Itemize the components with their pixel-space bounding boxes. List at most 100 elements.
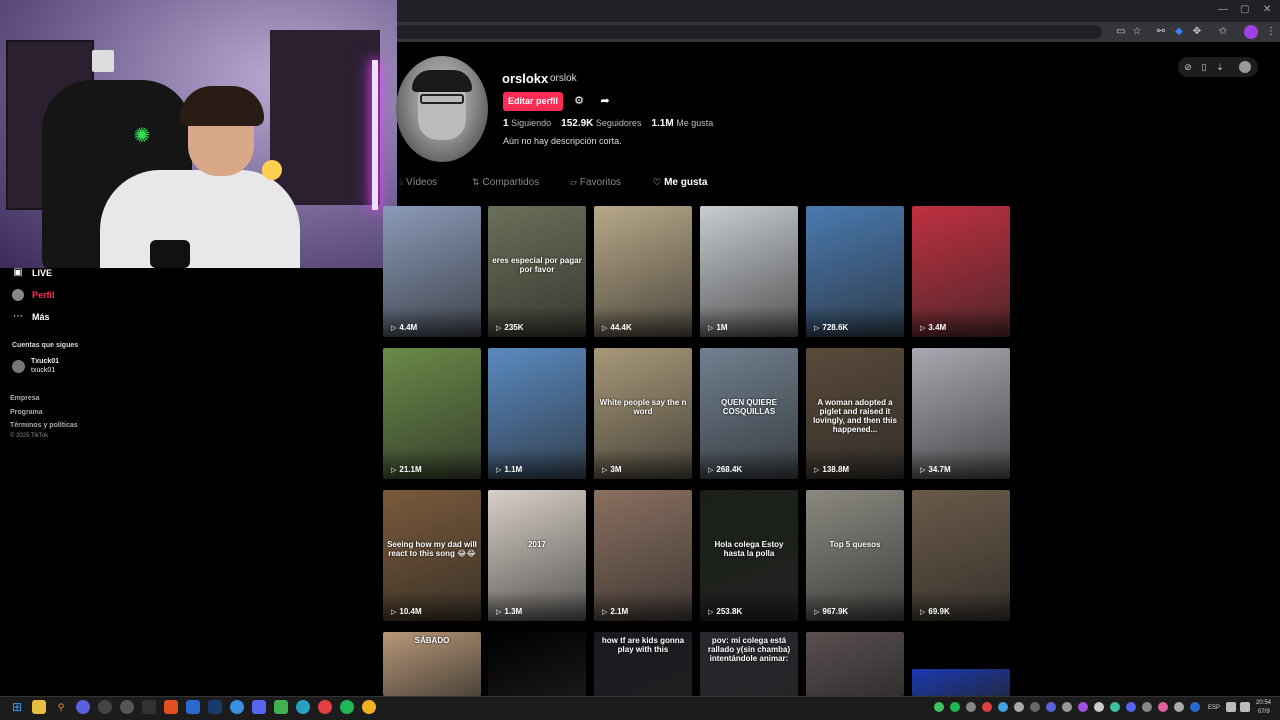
app-icon[interactable] (296, 700, 310, 714)
tray-app-icon[interactable] (1190, 702, 1200, 712)
play-icon: ▷ (708, 609, 714, 616)
tray-app-icon[interactable] (1014, 702, 1024, 712)
video-thumbnail[interactable]: SÁBADO (383, 632, 481, 696)
tray-app-icon[interactable] (1142, 702, 1152, 712)
tray-app-icon[interactable] (966, 702, 976, 712)
windows-start-icon[interactable]: ⊞ (10, 700, 24, 714)
footer-link-program[interactable]: Programa (10, 409, 43, 416)
extension-shield-icon[interactable]: ◆ (1172, 25, 1186, 39)
sidebar-item-live[interactable]: LIVE (32, 268, 52, 278)
edit-profile-button[interactable]: Editar perfil (503, 92, 563, 111)
reading-list-icon[interactable]: ✩ (1216, 25, 1230, 39)
followed-account-name[interactable]: Txuck01 (31, 358, 59, 365)
settings-icon[interactable]: ⚙ (571, 93, 587, 109)
share-icon[interactable]: ➦ (597, 93, 613, 109)
clock-date[interactable]: 07/9 (1258, 709, 1270, 715)
video-thumbnail[interactable]: White people say the n word ▷ 3M (594, 348, 692, 479)
tray-app-icon[interactable] (1110, 702, 1120, 712)
clock-time[interactable]: 20:54 (1256, 700, 1271, 706)
tab-videos[interactable]: ⦙⦙ Vídeos (399, 177, 437, 188)
tab-liked[interactable]: ♡ Me gusta (653, 177, 707, 188)
screen-cast-icon[interactable]: ▭ (1114, 25, 1128, 39)
steam-icon[interactable] (208, 700, 222, 714)
app-icon[interactable] (98, 700, 112, 714)
puzzle-icon[interactable]: ✥ (1190, 25, 1204, 39)
search-icon[interactable]: ⚲ (54, 700, 68, 714)
video-gradient (594, 307, 692, 337)
minimize-button[interactable]: — (1218, 4, 1228, 15)
profile-avatar[interactable] (396, 56, 488, 162)
video-thumbnail[interactable]: how tf are kids gonna play with this (594, 632, 692, 696)
tray-app-icon[interactable] (1062, 702, 1072, 712)
video-thumbnail[interactable]: ▷ 69.9K (912, 490, 1010, 621)
video-thumbnail[interactable] (806, 632, 904, 696)
video-thumbnail[interactable]: Seeing how my dad will react to this son… (383, 490, 481, 621)
account-avatar[interactable] (1239, 61, 1251, 73)
app-icon[interactable] (76, 700, 90, 714)
tray-app-icon[interactable] (1158, 702, 1168, 712)
file-explorer-icon[interactable] (32, 700, 46, 714)
play-icon: ▷ (708, 325, 714, 332)
tray-discord-icon[interactable] (1126, 702, 1136, 712)
tab-reposts[interactable]: ⇅ Compartidos (472, 177, 539, 188)
video-thumbnail[interactable]: ▷ 1.1M (488, 348, 586, 479)
app-icon[interactable] (186, 700, 200, 714)
tray-app-icon[interactable] (1174, 702, 1184, 712)
video-thumbnail[interactable]: Hola colega Estoy hasta la polla ▷ 253.8K (700, 490, 798, 621)
video-thumbnail[interactable]: ▷ 3.4M (912, 206, 1010, 337)
video-thumbnail[interactable]: pov: mi colega está rallado y(sin chamba… (700, 632, 798, 696)
tray-app-icon[interactable] (1046, 702, 1056, 712)
sidebar-item-profile[interactable]: Perfil (32, 290, 55, 300)
volume-icon[interactable] (1240, 702, 1250, 712)
profile-avatar-icon[interactable] (1244, 25, 1258, 39)
menu-dots-icon[interactable]: ⋮ (1264, 25, 1278, 39)
phone-icon[interactable]: ▯ (1198, 61, 1210, 73)
address-bar[interactable] (397, 25, 1102, 39)
app-icon[interactable] (142, 700, 156, 714)
video-thumbnail[interactable]: A woman adopted a piglet and raised it l… (806, 348, 904, 479)
discord-icon[interactable] (252, 700, 266, 714)
video-thumbnail[interactable]: 2017 ▷ 1.3M (488, 490, 586, 621)
video-thumbnail[interactable]: eres especial por pagar por favor ▷ 235K (488, 206, 586, 337)
tab-favorites[interactable]: ▱ Favoritos (570, 177, 621, 188)
video-thumbnail[interactable]: ▷ 21.1M (383, 348, 481, 479)
app-icon[interactable] (230, 700, 244, 714)
close-window-button[interactable]: ✕ (1263, 4, 1271, 15)
tray-spotify-icon[interactable] (950, 702, 960, 712)
chrome-icon[interactable] (362, 700, 376, 714)
tray-app-icon[interactable] (982, 702, 992, 712)
compass-icon[interactable]: ⊘ (1182, 61, 1194, 73)
language-indicator[interactable]: ESP (1208, 705, 1220, 711)
video-thumbnail[interactable]: ▷ 728.6K (806, 206, 904, 337)
maximize-button[interactable]: ▢ (1240, 4, 1249, 15)
footer-link-terms[interactable]: Términos y políticas (10, 422, 78, 429)
download-icon[interactable]: ⇣ (1214, 61, 1226, 73)
tray-app-icon[interactable] (934, 702, 944, 712)
video-thumbnail[interactable]: ▷ 34.7M (912, 348, 1010, 479)
video-thumbnail[interactable]: ▷ 1M (700, 206, 798, 337)
app-icon[interactable] (164, 700, 178, 714)
video-thumbnail[interactable] (488, 632, 586, 696)
extension-icon[interactable]: ⚯ (1154, 25, 1168, 39)
footer-link-company[interactable]: Empresa (10, 395, 40, 402)
spotify-icon[interactable] (340, 700, 354, 714)
browser-toolbar (397, 22, 1280, 42)
tray-app-icon[interactable] (1094, 702, 1104, 712)
play-icon: ▷ (814, 467, 820, 474)
video-thumbnail[interactable]: ▷ 4.4M (383, 206, 481, 337)
followed-account-avatar[interactable] (12, 360, 25, 373)
video-thumbnail[interactable]: QUEN QUIERE COSQUILLAS ▷ 268.4K (700, 348, 798, 479)
video-thumbnail[interactable]: ▷ 44.4K (594, 206, 692, 337)
tray-app-icon[interactable] (998, 702, 1008, 712)
network-icon[interactable] (1226, 702, 1236, 712)
tray-app-icon[interactable] (1078, 702, 1088, 712)
video-thumbnail[interactable] (912, 669, 1010, 696)
app-icon[interactable] (274, 700, 288, 714)
bookmark-star-icon[interactable]: ☆ (1130, 25, 1144, 39)
video-thumbnail[interactable]: ▷ 2.1M (594, 490, 692, 621)
video-thumbnail[interactable]: Top 5 quesos ▷ 967.9K (806, 490, 904, 621)
sidebar-item-more[interactable]: Más (32, 312, 50, 322)
tray-app-icon[interactable] (1030, 702, 1040, 712)
chrome-icon[interactable] (318, 700, 332, 714)
app-icon[interactable] (120, 700, 134, 714)
